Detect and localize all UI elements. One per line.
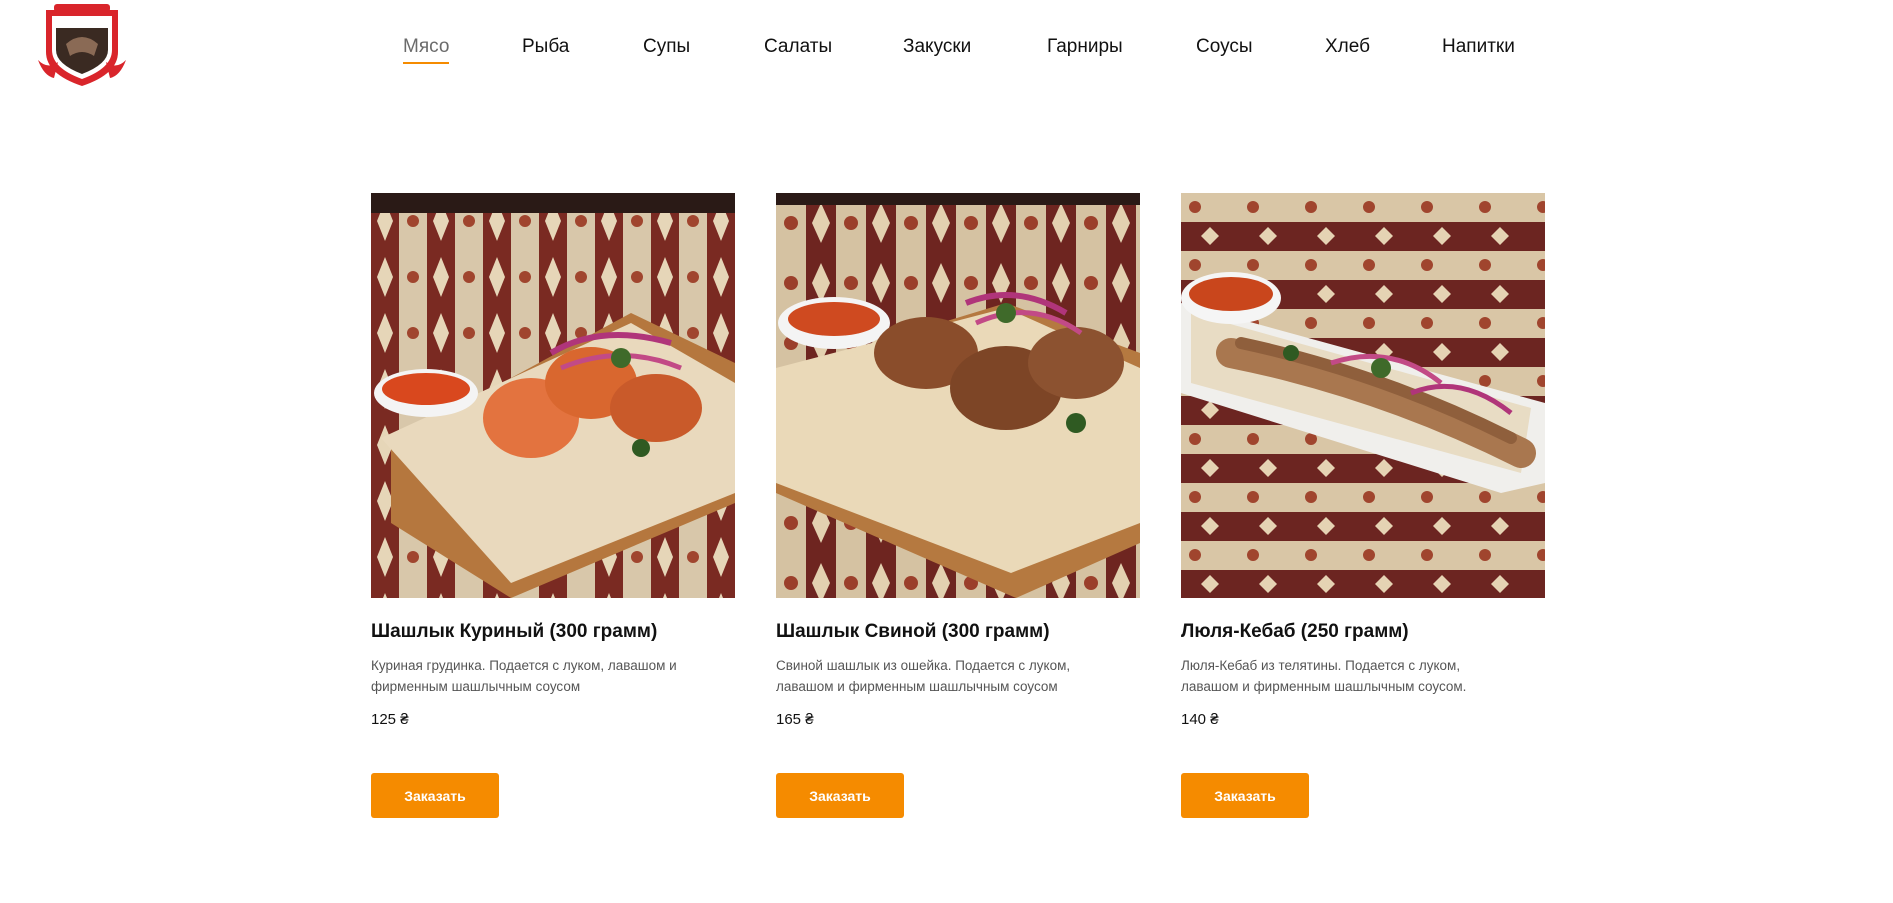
menu-card: Шашлык Свиной (300 грамм) Свиной шашлык …: [776, 193, 1140, 818]
dish-photo[interactable]: [1181, 193, 1545, 598]
nav-item-fish[interactable]: Рыба: [522, 36, 569, 58]
order-button[interactable]: Заказать: [1181, 773, 1309, 818]
dish-photo[interactable]: [776, 193, 1140, 598]
order-button[interactable]: Заказать: [371, 773, 499, 818]
dish-price: 140 ₴: [1181, 711, 1219, 728]
dish-price: 165 ₴: [776, 711, 814, 728]
menu-card: Люля-Кебаб (250 грамм) Люля-Кебаб из тел…: [1181, 193, 1545, 818]
dish-title: Люля-Кебаб (250 грамм): [1181, 621, 1409, 642]
nav-item-bread[interactable]: Хлеб: [1325, 36, 1370, 58]
page: Мясо Рыба Супы Салаты Закуски Гарниры Со…: [0, 0, 1893, 903]
nav-item-sauces[interactable]: Соусы: [1196, 36, 1253, 58]
dish-photo[interactable]: [371, 193, 735, 598]
order-button[interactable]: Заказать: [776, 773, 904, 818]
dish-title: Шашлык Куриный (300 грамм): [371, 621, 658, 642]
dish-title: Шашлык Свиной (300 грамм): [776, 621, 1050, 642]
nav-item-drinks[interactable]: Напитки: [1442, 36, 1515, 58]
dish-price: 125 ₴: [371, 711, 409, 728]
dish-description: Свиной шашлык из ошейка. Подается с луко…: [776, 658, 1071, 694]
nav-item-snacks[interactable]: Закуски: [903, 36, 971, 58]
nav-item-meat[interactable]: Мясо: [403, 36, 450, 64]
nav-item-salads[interactable]: Салаты: [764, 36, 832, 58]
nav-item-sides[interactable]: Гарниры: [1047, 36, 1123, 58]
dish-description: Куриная грудинка. Подается с луком, лава…: [371, 658, 677, 694]
category-nav: Мясо Рыба Супы Салаты Закуски Гарниры Со…: [0, 30, 1893, 70]
menu-card: Шашлык Куриный (300 грамм) Куриная груди…: [371, 193, 735, 818]
dish-description: Люля-Кебаб из телятины. Подается с луком…: [1181, 658, 1467, 694]
nav-item-soups[interactable]: Супы: [643, 36, 690, 58]
